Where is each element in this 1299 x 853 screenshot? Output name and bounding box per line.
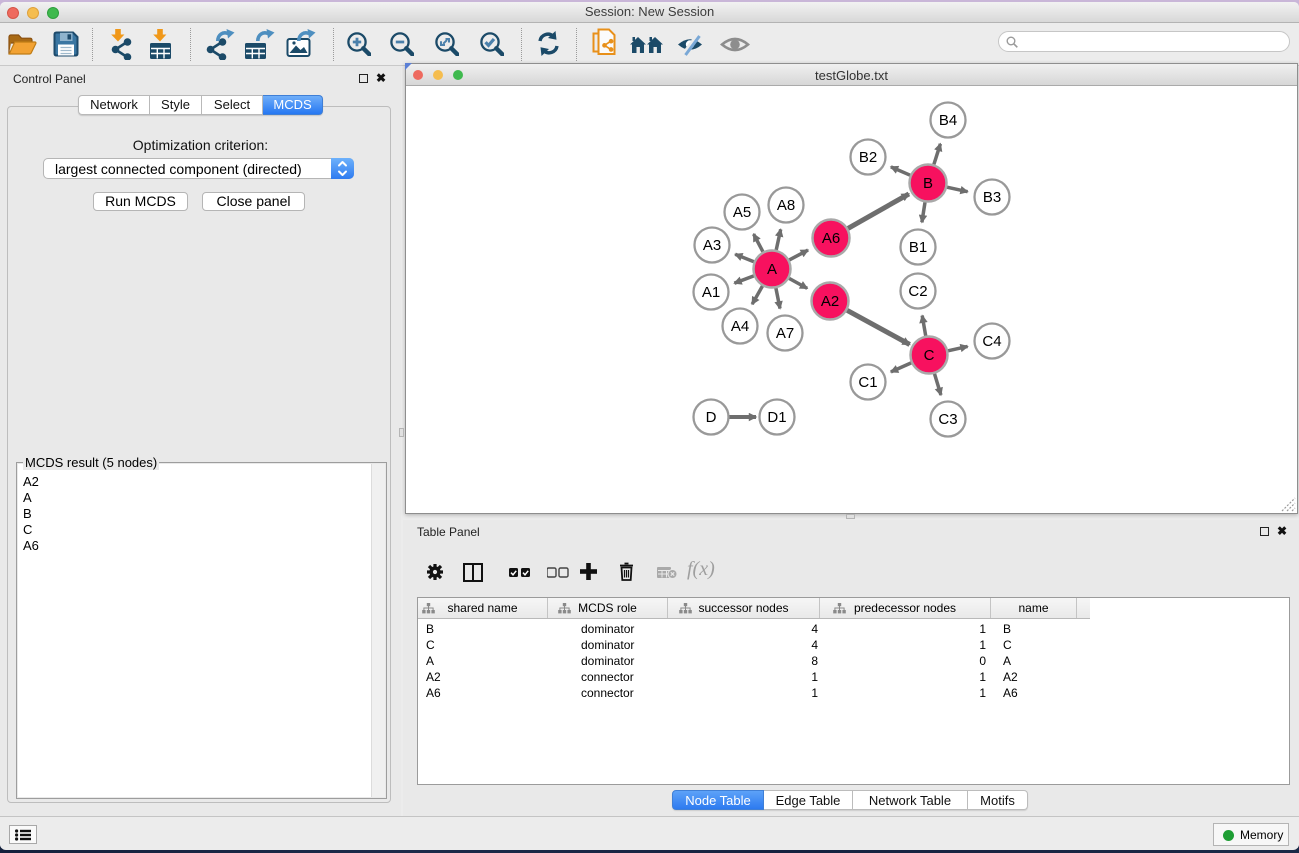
svg-text:A: A <box>767 261 777 278</box>
svg-text:C3: C3 <box>938 411 957 428</box>
svg-text:B1: B1 <box>909 239 927 256</box>
svg-text:B4: B4 <box>939 112 957 129</box>
svg-text:B3: B3 <box>983 189 1001 206</box>
svg-text:C4: C4 <box>982 333 1001 350</box>
svg-text:C1: C1 <box>858 374 877 391</box>
svg-text:A6: A6 <box>822 230 840 247</box>
svg-text:A5: A5 <box>733 204 751 221</box>
svg-text:B: B <box>923 175 933 192</box>
svg-text:A1: A1 <box>702 284 720 301</box>
svg-text:D1: D1 <box>767 409 786 426</box>
svg-text:A2: A2 <box>821 293 839 310</box>
svg-text:A3: A3 <box>703 237 721 254</box>
svg-text:C2: C2 <box>908 283 927 300</box>
svg-text:A7: A7 <box>776 325 794 342</box>
svg-text:D: D <box>706 409 717 426</box>
svg-text:A4: A4 <box>731 318 749 335</box>
svg-text:A8: A8 <box>777 197 795 214</box>
svg-text:C: C <box>924 347 935 364</box>
svg-text:B2: B2 <box>859 149 877 166</box>
